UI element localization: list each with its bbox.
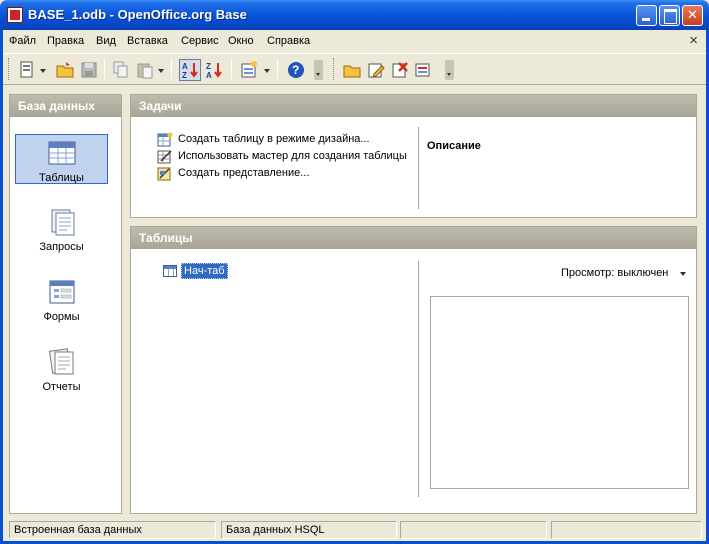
menu-edit[interactable]: Правка (47, 35, 84, 47)
database-panel-title: База данных (10, 95, 121, 117)
create-view-icon (157, 166, 173, 181)
table-icon (163, 265, 177, 277)
paste-dropdown-icon[interactable] (158, 69, 164, 73)
toolbar-overflow-button[interactable] (445, 60, 454, 80)
close-button[interactable]: ✕ (682, 5, 703, 26)
queries-icon (45, 208, 77, 236)
open-folder-icon[interactable] (54, 59, 76, 81)
task-label: Создать представление... (178, 167, 310, 179)
rename-icon[interactable] (413, 59, 435, 81)
db-item-label: Запросы (39, 241, 84, 253)
db-item-label: Отчеты (42, 381, 81, 393)
menu-window[interactable]: Окно (228, 35, 254, 47)
open-db-object-icon[interactable] (341, 59, 363, 81)
document-close-icon[interactable]: × (689, 32, 698, 49)
minimize-button[interactable] (636, 5, 657, 26)
form-wizard-icon[interactable] (238, 59, 260, 81)
help-icon[interactable]: ? (285, 59, 307, 81)
title-bar[interactable]: BASE_1.odb - OpenOffice.org Base ✕ (0, 0, 709, 30)
tables-panel-title: Таблицы (131, 227, 696, 249)
maximize-button[interactable] (659, 5, 680, 26)
sort-ascending-icon[interactable]: AZ (179, 59, 201, 81)
db-item-forms[interactable]: Формы (15, 274, 108, 324)
preview-mode-dropdown[interactable]: Просмотр: выключен (561, 267, 668, 279)
sort-descending-icon[interactable]: ZA (203, 59, 225, 81)
wizard-icon (157, 149, 173, 164)
standard-toolbar: AZ ZA ? (3, 53, 706, 85)
db-item-label: Формы (43, 311, 80, 323)
svg-text:A: A (206, 71, 212, 80)
status-db-type: База данных HSQL (221, 521, 397, 539)
menu-help[interactable]: Справка (267, 35, 310, 47)
save-icon[interactable] (78, 59, 100, 81)
new-dropdown-icon[interactable] (40, 69, 46, 73)
db-item-label: Таблицы (39, 172, 84, 184)
status-bar: Встроенная база данных База данных HSQL (3, 518, 706, 541)
paste-icon[interactable] (134, 59, 156, 81)
edit-icon[interactable] (365, 59, 387, 81)
db-item-tables[interactable]: Таблицы (15, 134, 108, 184)
toolbar-grip[interactable] (8, 58, 11, 80)
tables-splitter[interactable] (418, 261, 419, 497)
window-title: BASE_1.odb - OpenOffice.org Base (28, 7, 247, 22)
app-icon[interactable] (7, 7, 23, 23)
status-cell-3 (400, 521, 547, 539)
status-cell-4 (551, 521, 702, 539)
menu-bar: Файл Правка Вид Вставка Сервис Окно Спра… (3, 30, 706, 52)
delete-icon[interactable] (389, 59, 411, 81)
menu-insert[interactable]: Вставка (127, 35, 168, 47)
task-label: Использовать мастер для создания таблицы (178, 150, 407, 162)
tables-panel: Таблицы Нач-таб Просмотр: выключен (130, 226, 697, 514)
task-label: Создать таблицу в режиме дизайна... (178, 133, 370, 145)
menu-tools[interactable]: Сервис (181, 35, 219, 47)
menu-file[interactable]: Файл (9, 35, 36, 47)
toolbar-separator (171, 59, 172, 79)
toolbar-separator (104, 59, 105, 79)
copy-icon[interactable] (110, 59, 132, 81)
database-panel: База данных Таблицы Запросы Формы Отчеты (9, 94, 122, 514)
menu-view[interactable]: Вид (96, 35, 116, 47)
svg-text:?: ? (292, 63, 299, 77)
status-embedded-db: Встроенная база данных (9, 521, 216, 539)
table-name: Нач-таб (181, 263, 228, 279)
design-table-icon (157, 132, 173, 147)
wizard-dropdown-icon[interactable] (264, 69, 270, 73)
toolbar-separator (231, 59, 232, 79)
tasks-panel-title: Задачи (131, 95, 696, 117)
svg-text:Z: Z (182, 71, 187, 80)
toolbar-grip[interactable] (333, 58, 336, 80)
db-item-queries[interactable]: Запросы (15, 204, 108, 254)
tasks-splitter[interactable] (418, 127, 419, 209)
db-item-reports[interactable]: Отчеты (15, 344, 108, 394)
description-title: Описание (427, 140, 481, 152)
forms-icon (45, 278, 77, 306)
toolbar-separator (277, 59, 278, 79)
preview-area (430, 296, 689, 489)
chevron-down-icon[interactable] (680, 272, 686, 276)
svg-text:A: A (182, 62, 188, 71)
tables-icon (46, 139, 78, 167)
tasks-panel: Задачи Создать таблицу в режиме дизайна.… (130, 94, 697, 218)
main-area: База данных Таблицы Запросы Формы Отчеты (3, 86, 706, 517)
toolbar-overflow-button[interactable] (314, 60, 323, 80)
new-document-icon[interactable] (16, 59, 38, 81)
svg-text:Z: Z (206, 62, 211, 71)
reports-icon (45, 348, 77, 376)
